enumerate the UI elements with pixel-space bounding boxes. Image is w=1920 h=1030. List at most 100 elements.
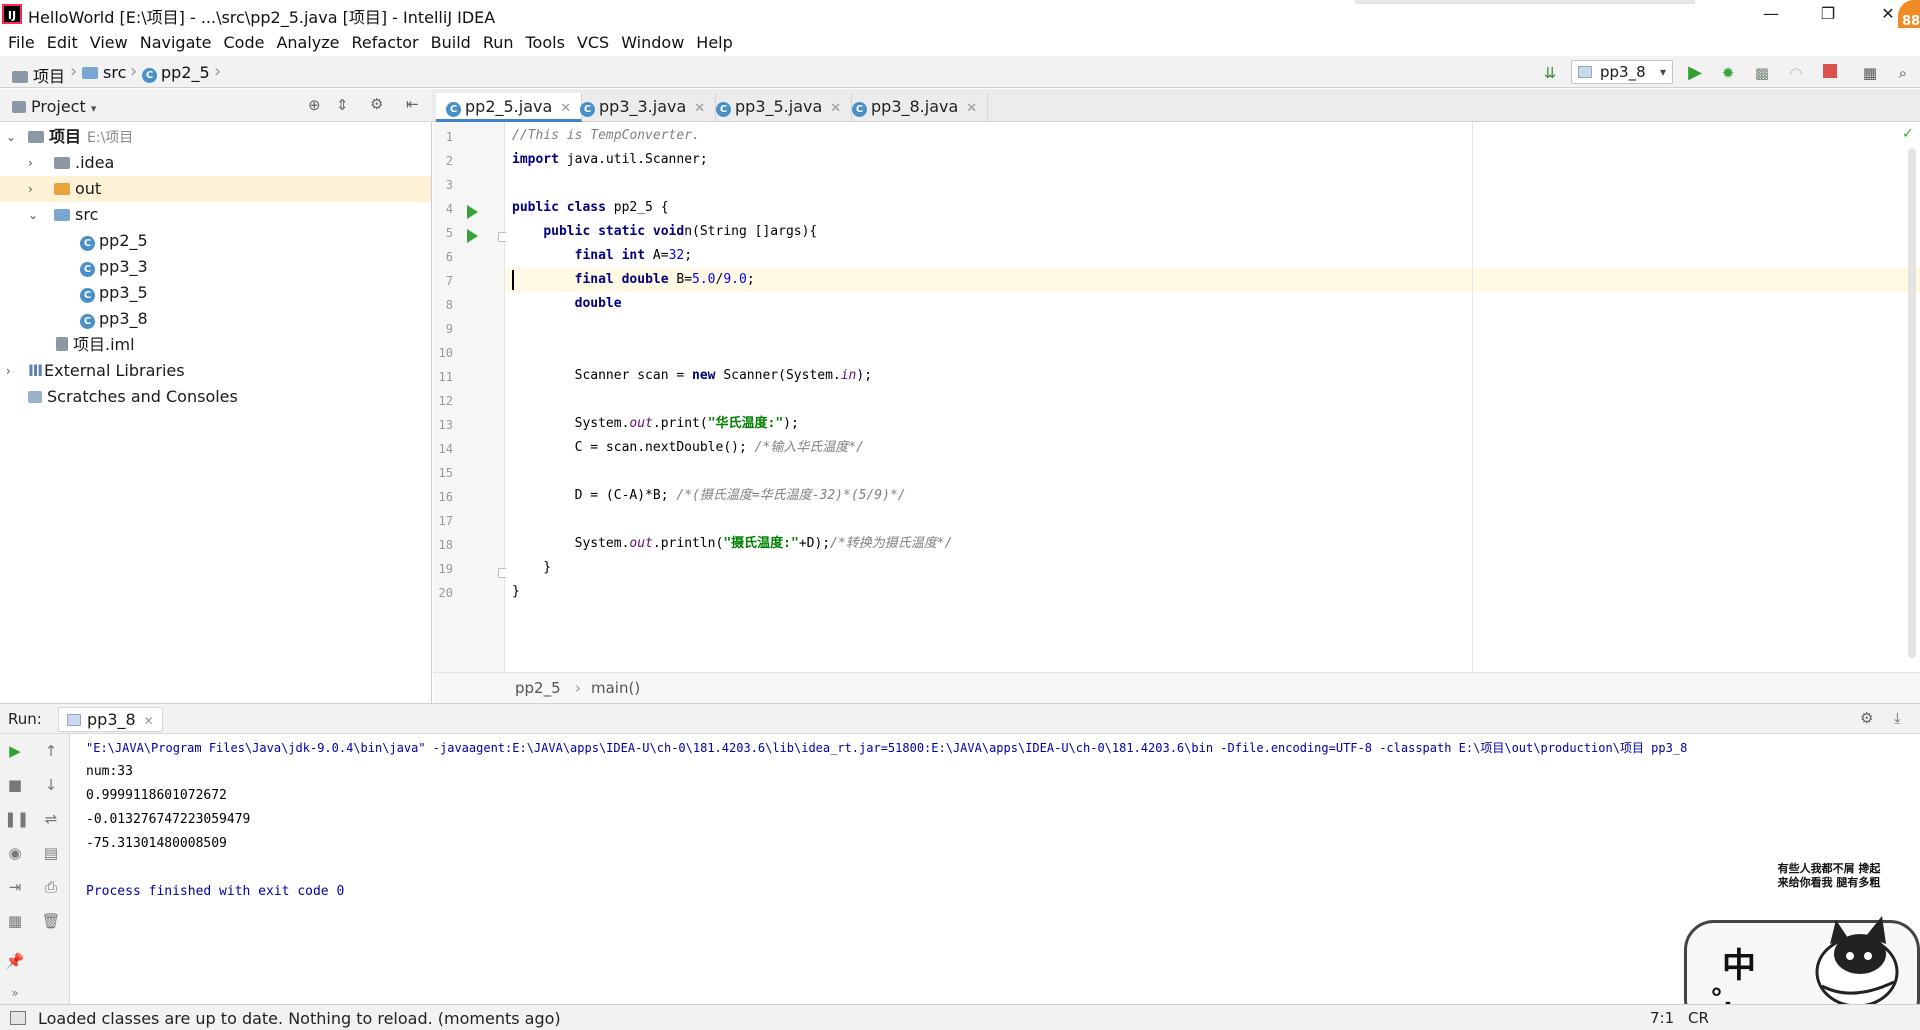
editor-gutter[interactable]: 1 2 3 4 5 6 7 8 9 10 11 12 13 14 15 16 1… [433, 122, 508, 672]
menu-file[interactable]: File [8, 33, 35, 52]
analysis-ok-icon[interactable]: ✓ [1902, 126, 1914, 142]
profile-icon[interactable]: ◠ [1786, 63, 1806, 83]
project-structure-icon[interactable]: ▦ [1860, 63, 1880, 83]
menu-vcs[interactable]: VCS [577, 33, 609, 52]
project-view-selector[interactable]: Project ▾ [12, 97, 96, 116]
breadcrumb-src[interactable]: src [82, 63, 126, 82]
tree-path-hint: E:\项目 [87, 130, 134, 146]
pause-icon[interactable]: ❚❚ [4, 808, 29, 830]
run-icon[interactable]: ▶ [1685, 63, 1705, 83]
breadcrumb-class[interactable]: Cpp2_5 [142, 63, 210, 83]
status-bar: Loaded classes are up to date. Nothing t… [0, 1004, 1920, 1030]
line-number: 1 [445, 130, 453, 144]
up-arrow-icon[interactable]: ↑ [40, 740, 62, 762]
menu-analyze[interactable]: Analyze [276, 33, 339, 52]
tree-label: Scratches and Consoles [47, 387, 238, 406]
editor-scrollbar[interactable] [1908, 148, 1916, 658]
soft-wrap-icon[interactable]: ⇌ [40, 808, 62, 830]
more-icon[interactable]: » [4, 982, 26, 1004]
tree-item-pp3-3[interactable]: Cpp3_3 [0, 254, 431, 280]
stop-icon[interactable] [1820, 63, 1840, 83]
run-class-icon[interactable] [467, 205, 478, 219]
close-tab-icon[interactable]: ✕ [966, 101, 977, 116]
run-main-icon[interactable] [467, 229, 478, 243]
menu-run[interactable]: Run [483, 33, 514, 52]
breadcrumb-separator-icon: › [214, 61, 222, 82]
menu-help[interactable]: Help [696, 33, 732, 52]
coverage-icon[interactable]: ▩ [1752, 63, 1772, 83]
menu-code[interactable]: Code [224, 33, 265, 52]
hide-panel-icon[interactable]: ⤓ [1894, 709, 1901, 727]
menu-navigate[interactable]: Navigate [140, 33, 212, 52]
tab-pp3-8[interactable]: Cpp3_8.java ✕ [842, 93, 989, 122]
tree-item-external-libraries[interactable]: › ⅢExternal Libraries [0, 358, 431, 384]
menu-refactor[interactable]: Refactor [352, 33, 419, 52]
minimize-button[interactable]: — [1743, 0, 1799, 28]
close-tab-icon[interactable]: ✕ [694, 101, 705, 116]
editor-tabs: Cpp2_5.java ✕ Cpp3_3.java ✕ Cpp3_5.java ✕ C… [432, 89, 1920, 122]
tab-pp3-5[interactable]: Cpp3_5.java ✕ [706, 93, 853, 122]
tree-item-project-root[interactable]: ⌄ 项目 E:\项目 [0, 124, 431, 150]
search-icon[interactable]: ⌕ [1893, 63, 1913, 83]
pin-icon[interactable]: 📌 [4, 950, 26, 972]
tool-windows-icon[interactable] [10, 1011, 26, 1025]
breadcrumb-method[interactable]: main() [591, 679, 640, 697]
tree-item-iml[interactable]: 项目.iml [0, 332, 431, 358]
code-line: public static voidn(String []args){ [543, 224, 818, 239]
exit-icon[interactable]: ⇥ [4, 876, 26, 898]
run-configuration-select[interactable]: pp3_8 ▾ [1571, 60, 1673, 84]
gear-icon[interactable]: ⚙ [370, 95, 383, 113]
tree-item-pp2-5[interactable]: Cpp2_5 [0, 228, 431, 254]
tab-pp2-5[interactable]: Cpp2_5.java ✕ [436, 93, 583, 122]
chevron-down-icon[interactable]: ⌄ [28, 202, 38, 228]
scroll-to-end-icon[interactable]: ▤ [40, 842, 62, 864]
line-separator[interactable]: CR [1688, 1009, 1709, 1027]
down-arrow-icon[interactable]: ↓ [40, 774, 62, 796]
debug-icon[interactable]: ✹ [1718, 63, 1738, 83]
menu-build[interactable]: Build [431, 33, 471, 52]
breadcrumb-project[interactable]: 项目 [12, 63, 65, 87]
menu-tools[interactable]: Tools [526, 33, 565, 52]
tree-item-scratches[interactable]: Scratches and Consoles [0, 384, 431, 410]
chevron-right-icon[interactable]: › [28, 150, 33, 176]
ime-mode-label[interactable]: 中 [1722, 938, 1756, 987]
gear-icon[interactable]: ⚙ [1860, 709, 1873, 727]
tree-item-pp3-8[interactable]: Cpp3_8 [0, 306, 431, 332]
run-tab-pp3-8[interactable]: pp3_8 ✕ [58, 707, 163, 732]
trash-icon[interactable]: 🗑 [40, 910, 62, 932]
rerun-icon[interactable]: ▶ [4, 740, 26, 762]
console-output[interactable]: "E:\JAVA\Program Files\Java\jdk-9.0.4\bi… [70, 734, 1920, 1004]
caret-position[interactable]: 7:1 [1650, 1009, 1674, 1027]
close-tab-icon[interactable]: ✕ [144, 714, 154, 728]
tab-pp3-3[interactable]: Cpp3_3.java ✕ [570, 93, 717, 122]
chevron-down-icon[interactable]: ⌄ [6, 124, 16, 150]
close-tab-icon[interactable]: ✕ [830, 101, 841, 116]
stop-icon[interactable]: ■ [4, 774, 26, 796]
restore-button[interactable]: ❐ [1800, 0, 1856, 28]
chevron-right-icon[interactable]: › [6, 358, 11, 384]
menu-window[interactable]: Window [621, 33, 684, 52]
menu-edit[interactable]: Edit [47, 33, 78, 52]
status-message[interactable]: Loaded classes are up to date. Nothing t… [38, 1009, 561, 1028]
code-editor[interactable]: //This is TempConverter. import java.uti… [506, 122, 1920, 672]
menu-view[interactable]: View [90, 33, 128, 52]
chevron-right-icon[interactable]: › [28, 176, 33, 202]
console-line: 0.9999118601072672 [86, 788, 227, 803]
collapse-all-icon[interactable]: ⇕ [336, 96, 349, 114]
line-number: 8 [445, 298, 453, 312]
camera-icon[interactable]: ◉ [4, 842, 26, 864]
line-number: 10 [438, 346, 453, 360]
build-project-icon[interactable]: ⇊ [1540, 63, 1560, 83]
tree-item-pp3-5[interactable]: Cpp3_5 [0, 280, 431, 306]
print-icon[interactable]: ⎙ [40, 876, 62, 898]
breadcrumb-class[interactable]: pp2_5 [515, 679, 561, 697]
layout-icon[interactable]: ▦ [4, 910, 26, 932]
line-number: 11 [438, 370, 453, 384]
run-config-label: pp3_8 [1600, 63, 1646, 81]
hide-panel-icon[interactable]: ⇤ [406, 95, 419, 113]
tree-item-idea[interactable]: › .idea [0, 150, 431, 176]
tree-item-out[interactable]: › out [0, 176, 431, 202]
tree-item-src[interactable]: ⌄ src [0, 202, 431, 228]
line-number: 18 [438, 538, 453, 552]
locate-icon[interactable]: ⊕ [308, 96, 321, 114]
